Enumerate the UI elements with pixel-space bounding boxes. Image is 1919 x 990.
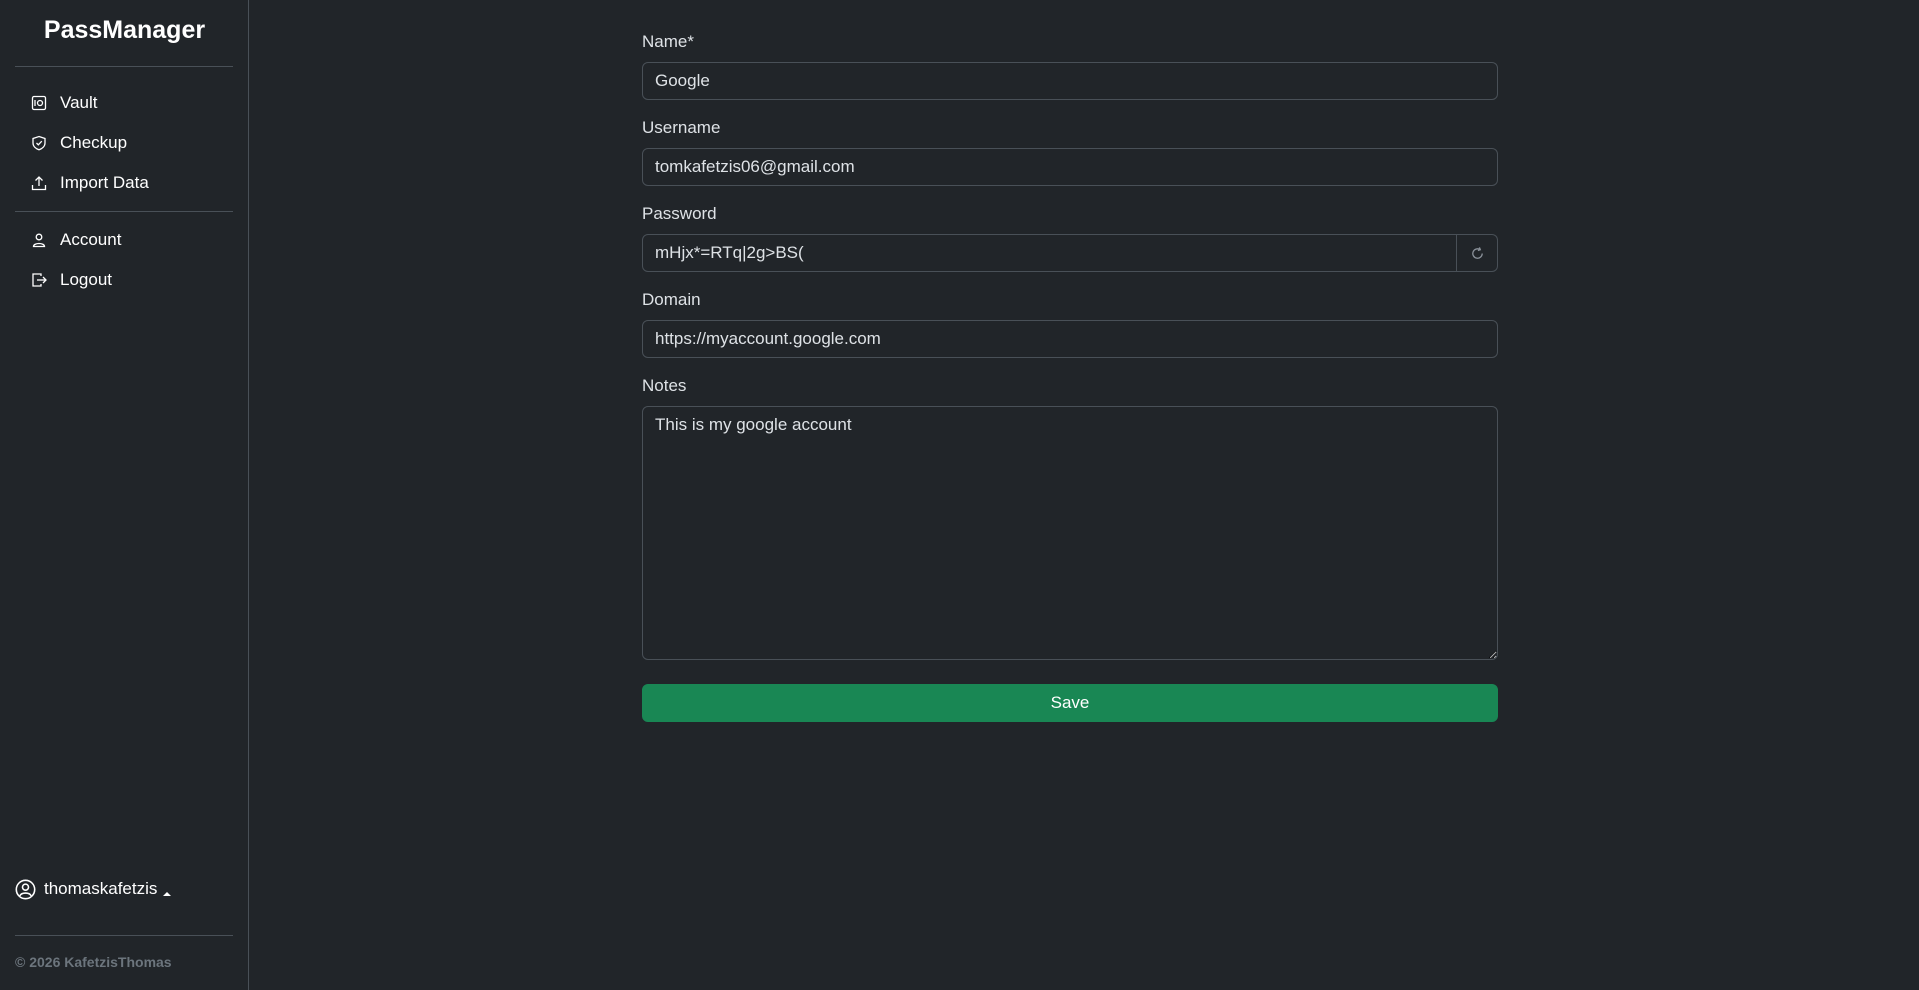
sidebar-item-checkup[interactable]: Checkup: [30, 128, 127, 158]
brand-logo[interactable]: PassManager: [0, 16, 249, 45]
sidebar-item-label: Logout: [60, 270, 112, 289]
sidebar-item-label: Account: [60, 230, 122, 249]
username-field-label: Username: [642, 118, 721, 137]
sidebar: PassManager Vault Checkup Import Data Ac…: [0, 0, 249, 990]
divider: [15, 935, 233, 936]
sidebar-item-label: Import Data: [60, 173, 149, 192]
sidebar-item-label: Vault: [60, 93, 98, 112]
sidebar-item-vault[interactable]: Vault: [30, 88, 98, 118]
vault-icon: [30, 94, 48, 112]
sidebar-item-logout[interactable]: Logout: [30, 265, 112, 295]
divider: [15, 66, 233, 67]
domain-label: Domain: [642, 290, 701, 309]
shield-check-icon: [30, 134, 48, 152]
sidebar-item-account[interactable]: Account: [30, 225, 121, 255]
caret-up-icon: [163, 892, 172, 896]
username-input[interactable]: [642, 148, 1498, 186]
divider: [15, 211, 233, 212]
name-label: Name*: [642, 32, 694, 51]
domain-input[interactable]: [642, 320, 1498, 358]
footer-copyright: © 2026 KafetzisThomas: [15, 954, 172, 970]
notes-textarea[interactable]: This is my google account: [642, 406, 1498, 660]
username-label: thomaskafetzis: [44, 879, 158, 898]
name-input[interactable]: [642, 62, 1498, 100]
generate-password-button[interactable]: [1457, 234, 1498, 272]
sidebar-item-label: Checkup: [60, 133, 128, 152]
sidebar-item-import-data[interactable]: Import Data: [30, 168, 149, 198]
refresh-icon: [1471, 246, 1483, 259]
person-icon: [30, 231, 48, 249]
user-circle-icon: [15, 879, 36, 899]
upload-icon: [30, 174, 48, 192]
save-button[interactable]: Save: [642, 684, 1498, 722]
logout-icon: [30, 271, 48, 289]
password-label: Password: [642, 204, 717, 223]
user-menu-toggle[interactable]: thomaskafetzis: [15, 876, 172, 902]
password-input[interactable]: [642, 234, 1457, 272]
password-input-group: [642, 234, 1498, 272]
notes-label: Notes: [642, 376, 687, 395]
